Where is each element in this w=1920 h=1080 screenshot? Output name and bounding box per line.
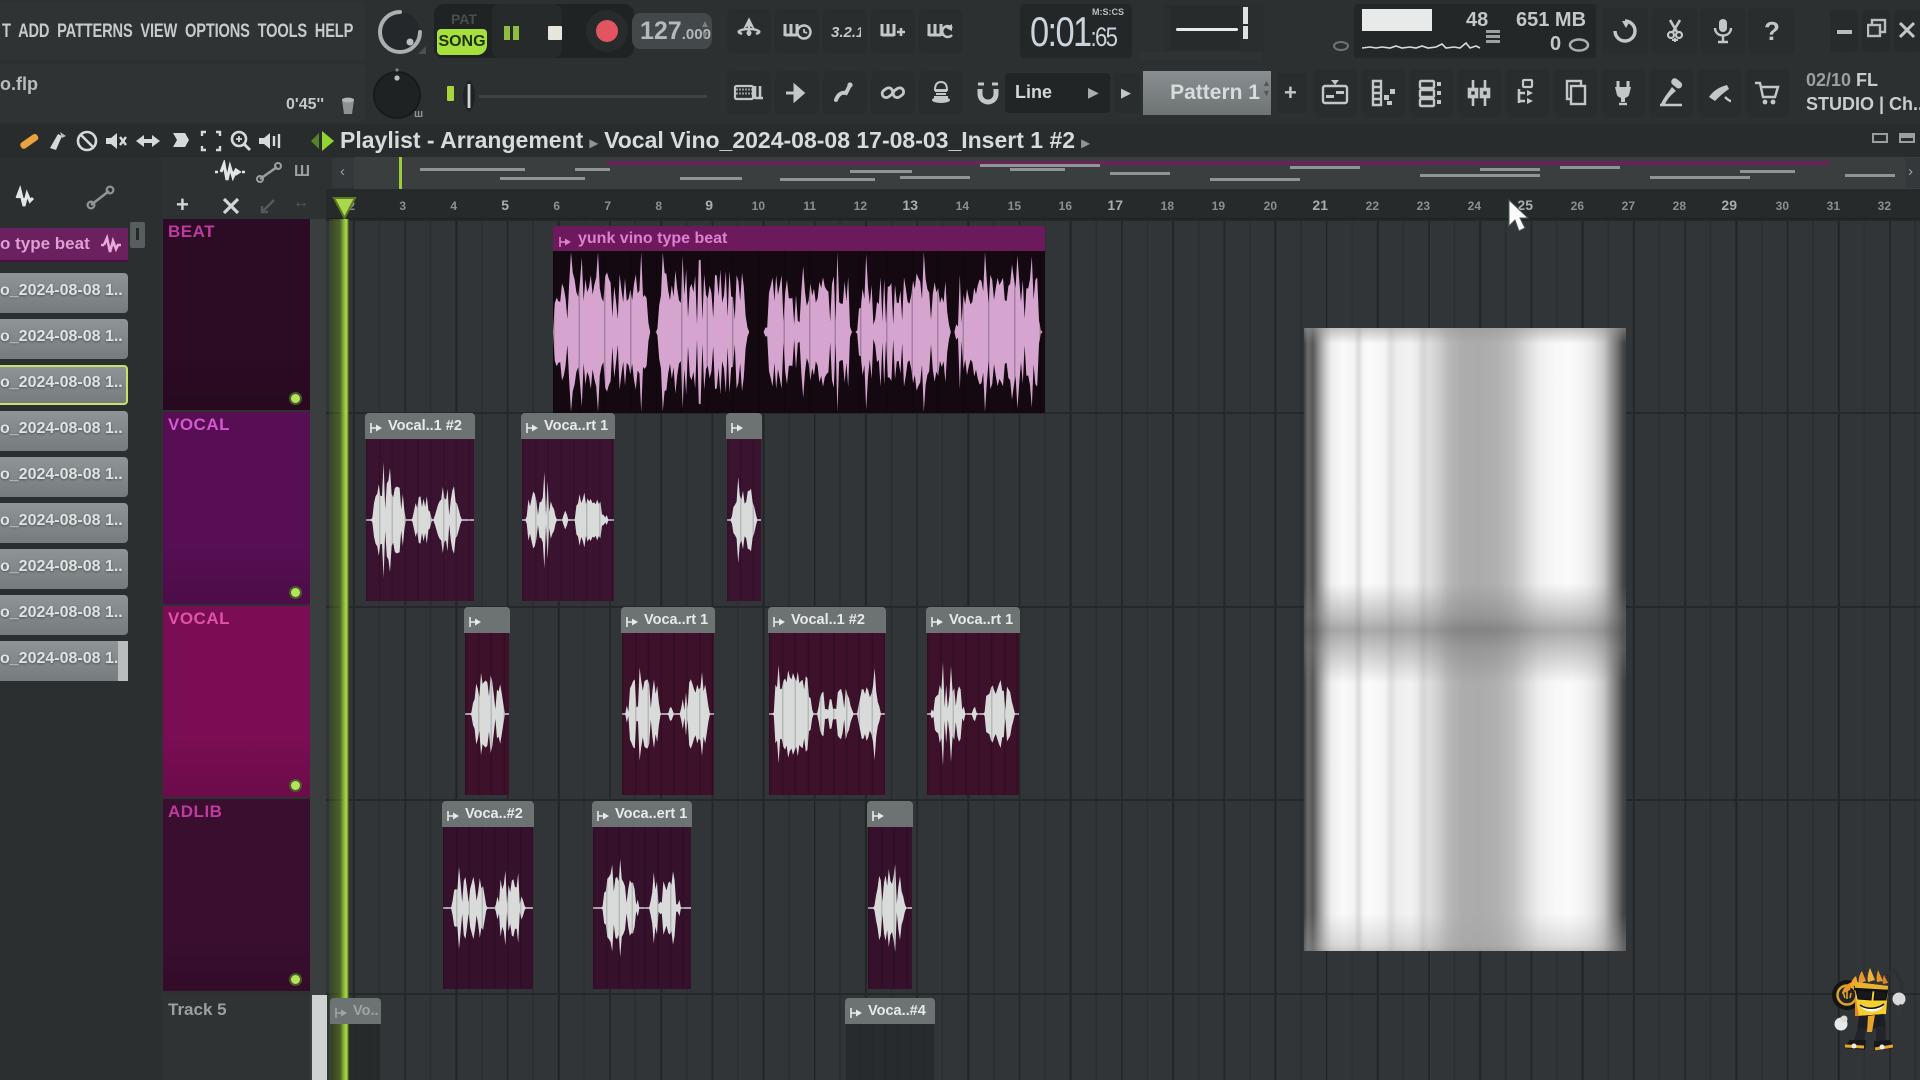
svg-text:?: ? (1764, 16, 1780, 46)
svg-text:3.2.1: 3.2.1 (831, 24, 861, 41)
